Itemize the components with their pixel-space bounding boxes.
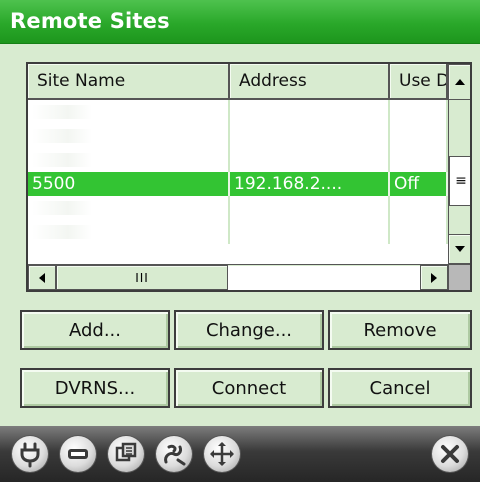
table-row[interactable]: [28, 148, 448, 172]
scroll-left-button[interactable]: [28, 265, 56, 290]
add-button[interactable]: Add...: [20, 310, 170, 350]
arrow-left-icon: [39, 272, 45, 283]
cancel-button[interactable]: Cancel: [328, 368, 472, 408]
remote-sites-list[interactable]: Site Name Address Use D 5500 192.168.2..…: [26, 62, 472, 292]
window-title: Remote Sites: [10, 9, 170, 33]
arrow-up-icon: [455, 79, 465, 85]
cell-site-name: 5500: [28, 172, 230, 196]
connect-button[interactable]: Connect: [174, 368, 324, 408]
scroll-right-button[interactable]: [420, 265, 448, 290]
vertical-scroll-thumb[interactable]: ≡: [449, 156, 470, 206]
arrow-right-icon: [431, 272, 437, 283]
dvrns-button[interactable]: DVRNS...: [20, 368, 170, 408]
column-header-site-name[interactable]: Site Name: [28, 64, 230, 100]
minus-icon[interactable]: [60, 436, 96, 472]
change-button[interactable]: Change...: [174, 310, 324, 350]
horizontal-scroll-thumb[interactable]: III: [56, 265, 228, 290]
scroll-down-button[interactable]: [448, 234, 470, 264]
horizontal-scrollbar[interactable]: III: [28, 264, 448, 290]
column-header-address[interactable]: Address: [230, 64, 390, 100]
cell-address: 192.168.2....: [230, 172, 390, 196]
table-row[interactable]: [28, 196, 448, 220]
cell-use: Off: [390, 172, 448, 196]
taskbar: [0, 426, 480, 482]
windows-icon[interactable]: [108, 436, 144, 472]
stylus-icon[interactable]: [156, 436, 192, 472]
table-row[interactable]: [28, 124, 448, 148]
scroll-up-button[interactable]: [448, 64, 470, 100]
table-row[interactable]: [28, 100, 448, 124]
close-icon[interactable]: [432, 436, 468, 472]
table-row-selected[interactable]: 5500 192.168.2.... Off: [28, 172, 448, 196]
column-header-use[interactable]: Use D: [390, 64, 448, 100]
title-bar: Remote Sites: [0, 0, 480, 44]
remove-button[interactable]: Remove: [328, 310, 472, 350]
vertical-scrollbar[interactable]: ≡: [448, 64, 470, 264]
scrollbar-corner: [448, 264, 470, 290]
move-icon[interactable]: [204, 436, 240, 472]
list-header: Site Name Address Use D: [28, 64, 448, 100]
plug-icon[interactable]: [12, 436, 48, 472]
horizontal-scroll-track[interactable]: [228, 266, 420, 290]
table-row[interactable]: [28, 220, 448, 244]
arrow-down-icon: [455, 246, 465, 252]
